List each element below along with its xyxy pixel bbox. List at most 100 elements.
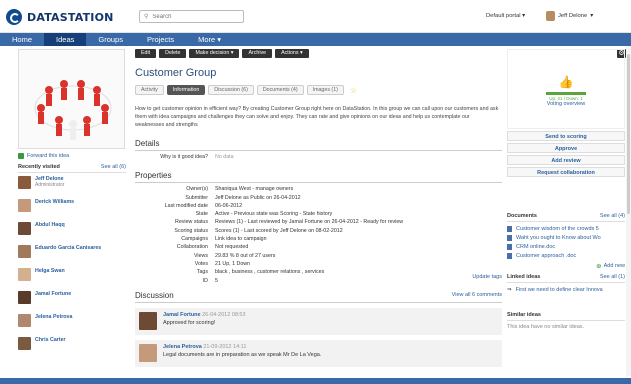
property-value: 21 Up, 1 Down — [215, 260, 251, 267]
portal-label: Default portal — [486, 13, 521, 19]
property-value: Shaniqua West - manage owners — [215, 186, 294, 193]
recent-item[interactable]: Derick Williams — [18, 199, 126, 219]
recently-visited-header: Recently visited See all (6) — [18, 164, 126, 173]
recently-visited-title: Recently visited — [18, 164, 60, 170]
delete-button[interactable]: Delete — [159, 49, 187, 58]
actions-button[interactable]: Actions ▾ — [275, 49, 309, 58]
document-icon — [507, 243, 512, 250]
archive-button[interactable]: Archive — [242, 49, 273, 58]
property-label: Owner(s) — [186, 186, 208, 193]
idea-toolbar: Edit Delete Make decision ▾ Archive Acti… — [135, 49, 502, 59]
document-label: Waht you ought to Know about Wo — [516, 234, 601, 241]
linked-idea-label: First we need to define clear Innova — [515, 286, 603, 293]
view-all-comments-link[interactable]: View all 6 comments — [452, 292, 502, 298]
document-item[interactable]: Customer approach .doc — [507, 251, 625, 260]
edit-button[interactable]: Edit — [135, 49, 157, 58]
user-name: Jeff Delone — [558, 13, 588, 19]
favorite-star-icon[interactable]: ☆ — [350, 86, 357, 95]
document-icon — [507, 252, 512, 259]
property-row: Votes 21 Up, 1 Down — [135, 260, 502, 268]
property-value: 29.83 % 8 out of 27 users — [215, 252, 276, 259]
tab-information[interactable]: Information — [166, 85, 206, 95]
properties-heading: Properties — [135, 171, 502, 184]
recent-item[interactable]: Jamal Fortune — [18, 291, 126, 311]
forward-idea-link[interactable]: Forward this idea — [18, 153, 126, 159]
datastation-logo[interactable]: DATASTATION — [6, 9, 114, 25]
property-label: Views — [193, 252, 208, 259]
similar-ideas-header: Similar ideas — [507, 312, 625, 321]
scrollbar-thumb[interactable] — [627, 54, 630, 214]
nav-more[interactable]: More ▾ — [186, 33, 233, 46]
tab-activity[interactable]: Activity — [135, 85, 164, 95]
recent-item[interactable]: Jelena Petrova — [18, 314, 126, 334]
recent-item[interactable]: Eduardo Garcia Canisares — [18, 245, 126, 265]
recent-role: Administrator — [35, 182, 65, 188]
search-box[interactable]: ⚲ — [139, 10, 244, 23]
update-tags-link[interactable]: Update tags — [472, 274, 502, 280]
recent-item[interactable]: Helga Swan — [18, 268, 126, 288]
property-row: Last modified date 06-06-2012 — [135, 202, 502, 210]
recent-avatar — [18, 337, 31, 350]
action-button[interactable]: Send to scoring — [507, 131, 625, 141]
scrollbar[interactable] — [626, 46, 631, 376]
documents-see-all-link[interactable]: See all (4) — [600, 213, 625, 219]
details-section: Details Why is it good idea? No data — [135, 139, 502, 161]
property-row: Scoring status Scores (1) - Last scored b… — [135, 227, 502, 235]
voting-panel: 👍 Up: 21 / Down: 1 Voting overview — [507, 49, 625, 129]
details-value: No data — [215, 154, 234, 160]
nav-ideas[interactable]: Ideas — [44, 33, 87, 46]
document-item[interactable]: Customer wisdom of the crowds 5 — [507, 224, 625, 233]
action-button[interactable]: Add review — [507, 155, 625, 165]
user-menu[interactable]: Jeff Delone ▾ — [546, 11, 593, 21]
bottom-bar — [0, 378, 631, 384]
recent-avatar — [18, 222, 31, 235]
details-heading: Details — [135, 139, 502, 151]
make-decision-button[interactable]: Make decision ▾ — [189, 49, 240, 58]
recent-item[interactable]: Jeff Delone Administrator — [18, 176, 126, 196]
details-row: Why is it good idea? No data — [135, 153, 502, 161]
comment-text: Approved for scoring! — [163, 319, 216, 326]
vote-bar — [546, 92, 586, 95]
add-new-label: Add new — [603, 263, 625, 269]
comment-date: 21-09-2012 14:11 — [203, 343, 247, 350]
tab-discussion[interactable]: Discussion (6) — [208, 85, 254, 95]
tab-documents[interactable]: Documents (4) — [256, 85, 304, 95]
thumbs-up-icon[interactable]: 👍 — [508, 75, 624, 89]
nav-projects[interactable]: Projects — [135, 33, 186, 46]
property-value: black , business , customer relations , … — [215, 269, 325, 276]
document-item[interactable]: Waht you ought to Know about Wo — [507, 233, 625, 242]
linked-see-all-link[interactable]: See all (1) — [600, 274, 625, 280]
tab-images[interactable]: Images (1) — [306, 85, 344, 95]
main-content: Edit Delete Make decision ▾ Archive Acti… — [135, 49, 502, 367]
search-input[interactable] — [152, 13, 233, 20]
logo-text: DATASTATION — [27, 10, 114, 24]
portal-selector[interactable]: Default portal ▾ — [486, 13, 525, 19]
linked-ideas-header: Linked ideas See all (1) — [507, 274, 625, 283]
recent-item[interactable]: Abdul Haqq — [18, 222, 126, 242]
linked-ideas-title: Linked ideas — [507, 274, 541, 280]
document-item[interactable]: CRM online.doc — [507, 242, 625, 251]
nav-groups[interactable]: Groups — [86, 33, 135, 46]
action-button[interactable]: Approve — [507, 143, 625, 153]
search-icon: ⚲ — [144, 14, 149, 20]
comment-author[interactable]: Jamal Fortune — [163, 312, 201, 318]
forward-icon — [18, 153, 24, 159]
action-button[interactable]: Request collaboration — [507, 167, 625, 177]
document-label: CRM online.doc — [516, 243, 556, 250]
comment-author[interactable]: Jelena Petrova — [163, 344, 202, 350]
property-value: 06-06-2012 — [215, 202, 243, 209]
idea-image[interactable] — [18, 49, 125, 149]
discussion-header: Discussion View all 6 comments — [135, 291, 502, 303]
property-row: Owner(s) Shaniqua West - manage owners — [135, 185, 502, 193]
linked-idea-item[interactable]: ⇒ First we need to define clear Innova — [507, 285, 625, 294]
recent-see-all-link[interactable]: See all (6) — [101, 164, 126, 170]
property-value: Jeff Delone as Public on 26-04-2012 — [215, 194, 301, 201]
property-row: Collaboration Not requested — [135, 243, 502, 251]
paper-people-illustration — [34, 80, 112, 140]
voting-overview-link[interactable]: Voting overview — [547, 101, 586, 107]
comment-date: 26-04-2012 08:53 — [202, 311, 246, 318]
recent-item[interactable]: Chris Carter — [18, 337, 126, 357]
recent-avatar — [18, 291, 31, 304]
nav-home[interactable]: Home — [0, 33, 44, 46]
add-new-document[interactable]: ⊕ Add new — [507, 262, 625, 270]
